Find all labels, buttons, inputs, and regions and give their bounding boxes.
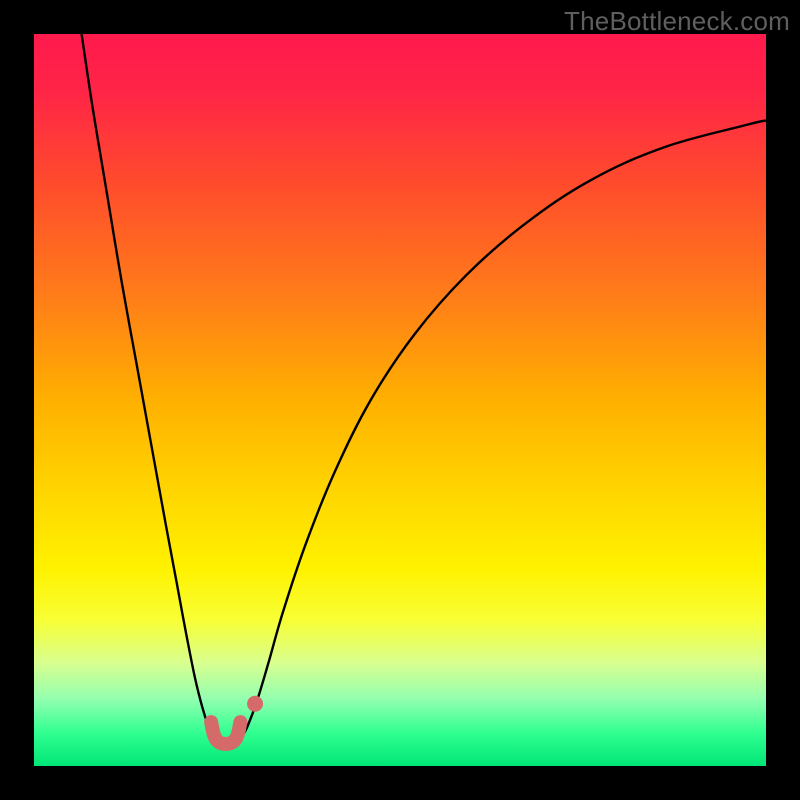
chart-frame: TheBottleneck.com — [0, 0, 800, 800]
watermark-text: TheBottleneck.com — [564, 6, 790, 37]
bottleneck-chart — [34, 34, 766, 766]
series-valley-dot-right — [247, 696, 263, 712]
plot-area — [34, 34, 766, 766]
